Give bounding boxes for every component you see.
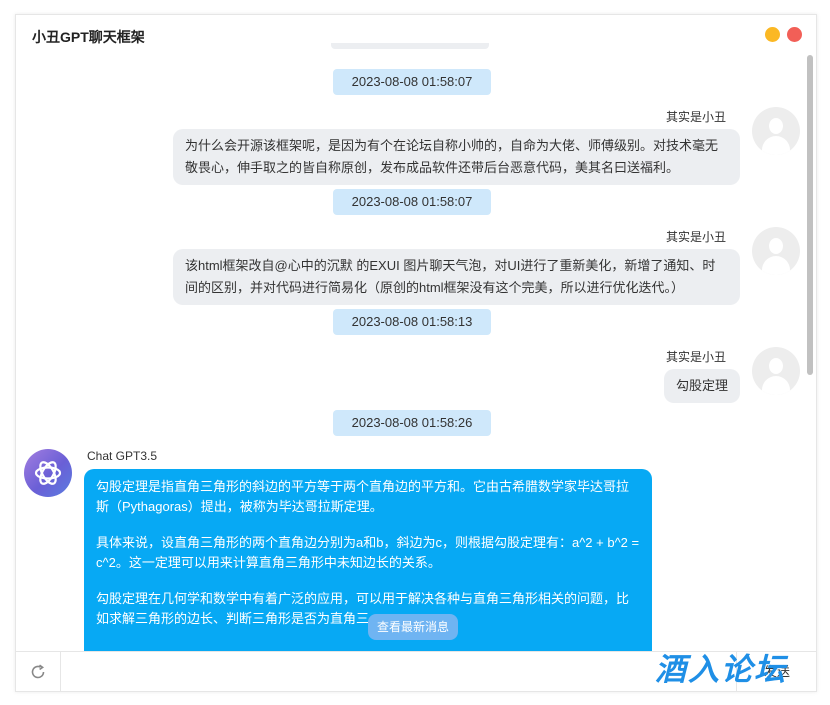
minimize-button[interactable] — [765, 27, 780, 42]
user-message: 勾股定理 — [664, 369, 740, 403]
timestamp: 2023-08-08 01:58:26 — [333, 410, 491, 436]
bot-paragraph: 具体来说，设直角三角形的两个直角边分别为a和b，斜边为c，则根据勾股定理有：a^… — [96, 535, 640, 570]
timestamp: 2023-08-08 01:58:13 — [333, 309, 491, 335]
user-avatar — [752, 347, 800, 395]
user-name: 其实是小丑 — [665, 230, 726, 244]
message-input[interactable] — [62, 658, 726, 688]
chatgpt-avatar — [24, 449, 72, 497]
chat-scrollbar[interactable] — [806, 55, 814, 645]
bot-paragraph: 勾股定理是指直角三角形的斜边的平方等于两个直角边的平方和。它由古希腊数学家毕达哥… — [96, 479, 630, 514]
scroll-thumb[interactable] — [807, 55, 813, 375]
user-avatar — [752, 107, 800, 155]
chat-window: 小丑GPT聊天框架 2023-08-08 01:58:07 其实是小丑 为什么会… — [15, 14, 817, 692]
user-avatar — [752, 227, 800, 275]
refresh-icon — [31, 664, 45, 679]
openai-logo-icon — [34, 461, 62, 485]
forum-watermark: 酒入论坛 — [655, 652, 787, 688]
timestamp: 2023-08-08 01:58:07 — [333, 69, 491, 95]
refresh-button[interactable] — [16, 652, 61, 691]
chat-area: 2023-08-08 01:58:07 其实是小丑 为什么会开源该框架呢，是因为… — [16, 43, 806, 651]
view-newest-button[interactable]: 查看最新消息 — [368, 614, 458, 640]
user-message: 该html框架改自@心中的沉默 的EXUI 图片聊天气泡，对UI进行了重新美化，… — [173, 249, 740, 305]
bot-name: Chat GPT3.5 — [87, 449, 158, 463]
previous-message-partial — [331, 43, 489, 49]
user-name: 其实是小丑 — [665, 110, 726, 124]
close-button[interactable] — [787, 27, 802, 42]
user-name: 其实是小丑 — [665, 350, 726, 364]
timestamp: 2023-08-08 01:58:07 — [333, 189, 491, 215]
user-message: 为什么会开源该框架呢，是因为有个在论坛自称小帅的，自命为大佬、师傅级别。对技术毫… — [173, 129, 740, 185]
